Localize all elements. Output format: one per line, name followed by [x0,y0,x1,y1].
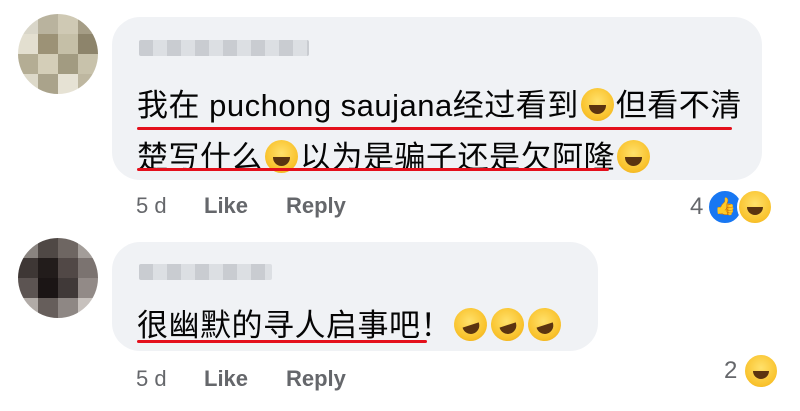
comment-bubble: 我在 puchong saujana经过看到 但看不清 楚写什么 以为是骗子还是欠阿… [112,17,762,180]
rofl-emoji-icon [449,303,492,346]
reply-button[interactable]: Reply [286,366,346,392]
rofl-emoji-icon [486,303,529,346]
like-button[interactable]: Like [204,366,248,392]
commenter-avatar[interactable] [18,238,98,318]
commenter-name[interactable] [139,40,309,56]
reaction-count: 2 [724,357,738,384]
laughing-tears-emoji-icon [580,88,614,121]
haha-icon [737,189,774,225]
commenter-avatar[interactable] [18,14,98,94]
rofl-emoji-icon [523,303,566,346]
comment-text-line-1: 我在 puchong saujana经过看到 但看不清 [137,88,742,123]
red-underline [137,127,732,130]
reaction-summary[interactable]: 2 [724,353,780,389]
reply-button[interactable]: Reply [286,193,346,219]
comment-text-line-1: 很幽默的寻人启事吧！ [137,300,566,346]
sweat-smile-emoji-icon [617,140,650,173]
red-underline [137,168,609,171]
comment-bubble: 很幽默的寻人启事吧！ [112,242,598,351]
reaction-count: 4 [690,193,704,220]
like-button[interactable]: Like [204,193,248,219]
timestamp[interactable]: 5 d [136,366,167,392]
red-underline [137,340,427,343]
reaction-summary[interactable]: 4 👍 [690,189,774,225]
commenter-name[interactable] [139,264,272,280]
haha-icon [743,353,780,389]
timestamp[interactable]: 5 d [136,193,167,219]
